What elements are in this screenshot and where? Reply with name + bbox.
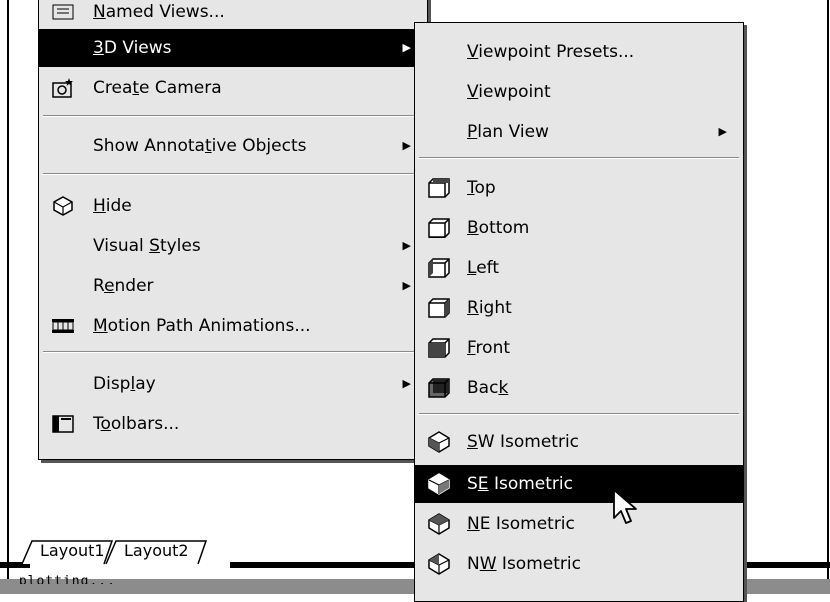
menu-item-toolbars[interactable]: Toolbars... [39, 405, 427, 443]
menu-label: NW Isometric [467, 554, 581, 574]
view-right-icon [428, 298, 450, 318]
submenu-arrow-icon: ▶ [402, 239, 411, 252]
submenu-arrow-icon: ▶ [402, 139, 411, 152]
menu-label: Create Camera [93, 78, 222, 98]
tab-layout1[interactable]: Layout1 [34, 538, 111, 564]
submenu-arrow-icon: ▶ [402, 377, 411, 390]
menu-label: Render [93, 276, 154, 296]
submenu-item-bottom[interactable]: Bottom [415, 209, 743, 247]
view-front-icon [428, 338, 450, 358]
submenu-item-right[interactable]: Right [415, 289, 743, 327]
view-left-icon [428, 258, 450, 278]
submenu-item-back[interactable]: Back [415, 369, 743, 407]
submenu-arrow-icon: ▶ [402, 279, 411, 292]
toolbars-icon [52, 415, 74, 433]
menu-label: SE Isometric [467, 474, 573, 494]
view-bottom-icon [428, 218, 450, 238]
command-line-text: _plotting... [10, 574, 116, 584]
camera-icon [52, 78, 73, 98]
submenu-item-se-isometric[interactable]: SE Isometric [415, 465, 743, 503]
submenu-item-nw-isometric[interactable]: NW Isometric [415, 545, 743, 583]
menu-separator [43, 351, 423, 353]
view-back-icon [428, 378, 450, 398]
menu-separator [43, 115, 423, 117]
iso-se-icon [428, 473, 450, 495]
menu-label: Top [467, 178, 496, 198]
hide-icon [53, 196, 73, 216]
named-views-icon [52, 4, 74, 20]
menu-separator [43, 173, 423, 175]
submenu-item-sw-isometric[interactable]: SW Isometric [415, 423, 743, 461]
menu-label: Left [467, 258, 499, 278]
menu-label: Right [467, 298, 512, 318]
menu-label: Motion Path Animations... [93, 316, 311, 336]
submenu-item-top[interactable]: Top [415, 169, 743, 207]
menu-label: Visual Styles [93, 236, 201, 256]
menu-label: Viewpoint Presets... [467, 42, 635, 62]
menu-label: Bottom [467, 218, 530, 238]
menu-item-create-camera[interactable]: Create Camera [39, 69, 427, 107]
menu-separator [419, 157, 739, 159]
menu-item-visual-styles[interactable]: Visual Styles ▶ [39, 227, 427, 265]
menu-label: Viewpoint [467, 82, 551, 102]
submenu-item-viewpoint-presets[interactable]: Viewpoint Presets... [415, 33, 743, 71]
iso-ne-icon [428, 513, 450, 535]
submenu-item-front[interactable]: Front [415, 329, 743, 367]
submenu-arrow-icon: ▶ [402, 41, 411, 54]
menu-label: Plan View [467, 122, 549, 142]
menu-label: Front [467, 338, 511, 358]
mouse-cursor-icon [613, 489, 637, 524]
film-icon [52, 319, 74, 333]
menu-label: NE Isometric [467, 514, 575, 534]
menu-item-named-views[interactable]: Named Views... [39, 0, 427, 31]
submenu-item-plan-view[interactable]: Plan View ▶ [415, 113, 743, 151]
menu-item-hide[interactable]: Hide [39, 187, 427, 225]
menu-label: 3D Views [93, 38, 172, 58]
view-menu: Named Views... 3D Views ▶ Create Camera … [38, 0, 428, 460]
menu-label: Display [93, 374, 156, 394]
tab-layout2[interactable]: Layout2 [118, 538, 195, 564]
menu-item-motion-path[interactable]: Motion Path Animations... [39, 307, 427, 345]
menu-label: Toolbars... [93, 414, 180, 434]
menu-item-3d-views[interactable]: 3D Views ▶ [39, 29, 427, 67]
submenu-item-viewpoint[interactable]: Viewpoint [415, 73, 743, 111]
menu-item-render[interactable]: Render ▶ [39, 267, 427, 305]
submenu-arrow-icon: ▶ [718, 125, 727, 138]
3d-views-submenu: Viewpoint Presets... Viewpoint Plan View… [414, 22, 744, 602]
command-line: _plotting... [10, 574, 116, 584]
submenu-item-left[interactable]: Left [415, 249, 743, 287]
submenu-item-ne-isometric[interactable]: NE Isometric [415, 505, 743, 543]
iso-nw-icon [428, 553, 450, 575]
menu-label: Named Views... [93, 2, 225, 22]
menu-label: Hide [93, 196, 132, 216]
menu-label: Show Annotative Objects [93, 136, 307, 156]
menu-separator [419, 413, 739, 415]
menu-item-show-annotative[interactable]: Show Annotative Objects ▶ [39, 127, 427, 165]
menu-item-display[interactable]: Display ▶ [39, 365, 427, 403]
iso-sw-icon [428, 431, 450, 453]
view-top-icon [428, 178, 450, 198]
menu-label: SW Isometric [467, 432, 580, 452]
menu-label: Back [467, 378, 509, 398]
